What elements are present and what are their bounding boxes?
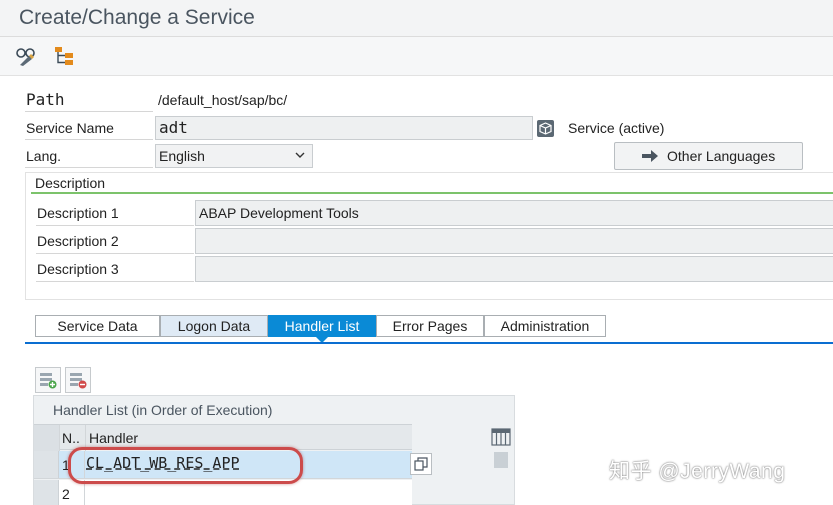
- copy-icon: [414, 457, 428, 471]
- tab-handler-list[interactable]: Handler List: [268, 315, 376, 337]
- other-languages-button[interactable]: Other Languages: [614, 142, 803, 170]
- description-1-label: Description 1: [36, 200, 194, 226]
- title-bar: Create/Change a Service: [0, 0, 833, 37]
- column-settings-icon[interactable]: [491, 428, 511, 446]
- delete-row-button[interactable]: [65, 367, 91, 393]
- description-section: Description Description 1 ABAP Developme…: [25, 172, 833, 300]
- path-row: Path /default_host/sap/bc/: [25, 88, 833, 112]
- lang-label: Lang.: [25, 144, 153, 168]
- tab-service-data[interactable]: Service Data: [35, 315, 160, 337]
- row-selector[interactable]: [34, 480, 59, 505]
- insert-row-button[interactable]: [35, 367, 61, 393]
- lang-select[interactable]: English: [155, 144, 313, 168]
- description-2-label: Description 2: [36, 228, 194, 254]
- description-1-input[interactable]: ABAP Development Tools: [195, 200, 833, 226]
- toolbar: [0, 37, 833, 76]
- highlight-callout: [68, 447, 303, 484]
- insert-row-icon: [40, 373, 57, 389]
- row-selector[interactable]: [34, 451, 59, 478]
- description-3-label: Description 3: [36, 256, 194, 282]
- value-help-button[interactable]: [410, 453, 432, 475]
- description-2-input[interactable]: [195, 228, 833, 254]
- description-section-title: Description: [31, 174, 833, 194]
- tab-strip: Service Data Logon Data Handler List Err…: [25, 312, 833, 346]
- display-change-icon[interactable]: [14, 45, 38, 67]
- delete-row-icon: [70, 373, 87, 389]
- hierarchy-icon[interactable]: [52, 45, 76, 67]
- other-languages-label: Other Languages: [667, 148, 776, 164]
- handler-list-title: Handler List (in Order of Execution): [53, 402, 273, 418]
- tab-administration[interactable]: Administration: [484, 315, 606, 337]
- chevron-down-icon: [295, 152, 305, 158]
- path-value: /default_host/sap/bc/: [158, 92, 288, 108]
- path-label: Path: [25, 88, 153, 112]
- row-selector-header[interactable]: [34, 425, 60, 451]
- service-name-input[interactable]: adt: [155, 116, 533, 140]
- tab-baseline: [25, 342, 833, 344]
- arrow-right-icon: [642, 150, 658, 162]
- scrollbar-thumb[interactable]: [494, 452, 508, 468]
- service-name-label: Service Name: [25, 116, 153, 140]
- watermark-text: 知乎 @JerryWang: [609, 460, 786, 483]
- service-status-icon: [537, 120, 554, 137]
- page-title: Create/Change a Service: [19, 6, 255, 29]
- tab-logon-data[interactable]: Logon Data: [160, 315, 268, 337]
- lang-select-value: English: [159, 148, 205, 164]
- tab-error-pages[interactable]: Error Pages: [376, 315, 484, 337]
- service-status-text: Service (active): [568, 120, 665, 136]
- service-name-row: Service Name adt Service (active): [25, 116, 833, 140]
- table-scrollbar[interactable]: [490, 428, 512, 505]
- description-3-input[interactable]: [195, 256, 833, 282]
